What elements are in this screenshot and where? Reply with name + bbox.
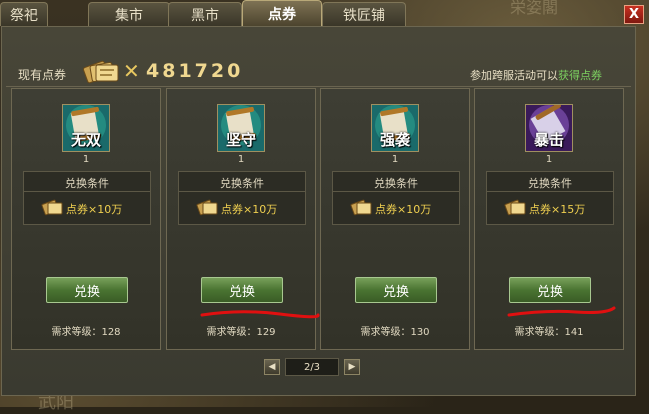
item-quantity: 1 <box>82 154 90 165</box>
item-name: 坚守 <box>225 131 256 149</box>
get-points-link[interactable]: 获得点券 <box>558 69 602 82</box>
condition-title: 兑换条件 <box>374 177 418 190</box>
points-label: 现有点券 <box>18 68 67 82</box>
red-underline-annotation <box>200 310 320 319</box>
condition-value: 点券×10万 <box>375 203 432 216</box>
next-page-button[interactable]: ▶ <box>344 359 360 375</box>
level-requirement: 需求等级：130 <box>360 327 430 338</box>
scroll-icon[interactable]: 无双 <box>62 104 110 152</box>
level-requirement: 需求等级：129 <box>206 327 276 338</box>
exchange-button[interactable]: 兑换 <box>355 277 437 303</box>
condition-title: 兑换条件 <box>65 177 109 190</box>
condition-title: 兑换条件 <box>528 177 572 190</box>
scroll-icon[interactable]: 坚守 <box>217 104 265 152</box>
exchange-condition: 兑换条件 点券×15万 <box>486 171 614 225</box>
condition-divider <box>333 191 459 192</box>
header-divider <box>6 86 631 87</box>
exchange-condition: 兑换条件 点券×10万 <box>178 171 306 225</box>
prev-page-button[interactable]: ◀ <box>264 359 280 375</box>
ticket-icon <box>41 199 63 216</box>
exchange-condition: 兑换条件 点券×10万 <box>332 171 460 225</box>
tab-jishi[interactable]: 集市 <box>88 2 170 26</box>
condition-divider <box>24 191 150 192</box>
ticket-icon <box>504 199 526 216</box>
hint-prefix: 参加跨服活动可以 <box>470 69 558 82</box>
item-name: 暴击 <box>533 131 564 149</box>
ticket-icon <box>82 60 119 84</box>
tab-bar: 祭祀 集市 黑市 点券 铁匠铺 <box>0 0 406 26</box>
exchange-button[interactable]: 兑换 <box>201 277 283 303</box>
condition-divider <box>179 191 305 192</box>
points-value: 481720 <box>146 60 244 82</box>
scroll-icon[interactable]: 强袭 <box>371 104 419 152</box>
item-name: 无双 <box>70 131 101 149</box>
tab-dianquan[interactable]: 点券 <box>242 0 322 26</box>
red-underline-annotation <box>507 306 616 317</box>
exchange-condition: 兑换条件 点券×10万 <box>23 171 151 225</box>
item-quantity: 1 <box>545 154 553 165</box>
close-button[interactable]: X <box>624 5 644 24</box>
exchange-card: 无双 1 兑换条件 点券×10万 兑换 需求等级：128 <box>11 88 161 350</box>
exchange-card: 强袭 1 兑换条件 点券×10万 兑换 需求等级：130 <box>320 88 470 350</box>
multiplier-icon: ✕ <box>123 59 140 83</box>
condition-divider <box>487 191 613 192</box>
item-quantity: 1 <box>391 154 399 165</box>
background-title-text: 栄姿閣 <box>510 0 559 17</box>
condition-value: 点券×10万 <box>221 203 278 216</box>
ticket-icon <box>350 199 372 216</box>
level-requirement: 需求等级：141 <box>514 327 584 338</box>
item-name: 强袭 <box>379 131 410 149</box>
item-quantity: 1 <box>237 154 245 165</box>
condition-title: 兑换条件 <box>220 177 264 190</box>
ticket-icon <box>196 199 218 216</box>
tab-jisi[interactable]: 祭祀 <box>0 2 48 26</box>
scroll-icon[interactable]: 暴击 <box>525 104 573 152</box>
tab-tiejiangpu[interactable]: 铁匠铺 <box>322 2 406 26</box>
condition-value: 点券×10万 <box>66 203 123 216</box>
tab-heishi[interactable]: 黑市 <box>168 2 242 26</box>
pagination: ◀ 2/3 ▶ <box>264 358 360 376</box>
level-requirement: 需求等级：128 <box>51 327 121 338</box>
page-indicator: 2/3 <box>285 358 339 376</box>
exchange-button[interactable]: 兑换 <box>509 277 591 303</box>
hint-text: 参加跨服活动可以获得点券 <box>470 67 602 83</box>
exchange-button[interactable]: 兑换 <box>46 277 128 303</box>
condition-value: 点券×15万 <box>529 203 586 216</box>
